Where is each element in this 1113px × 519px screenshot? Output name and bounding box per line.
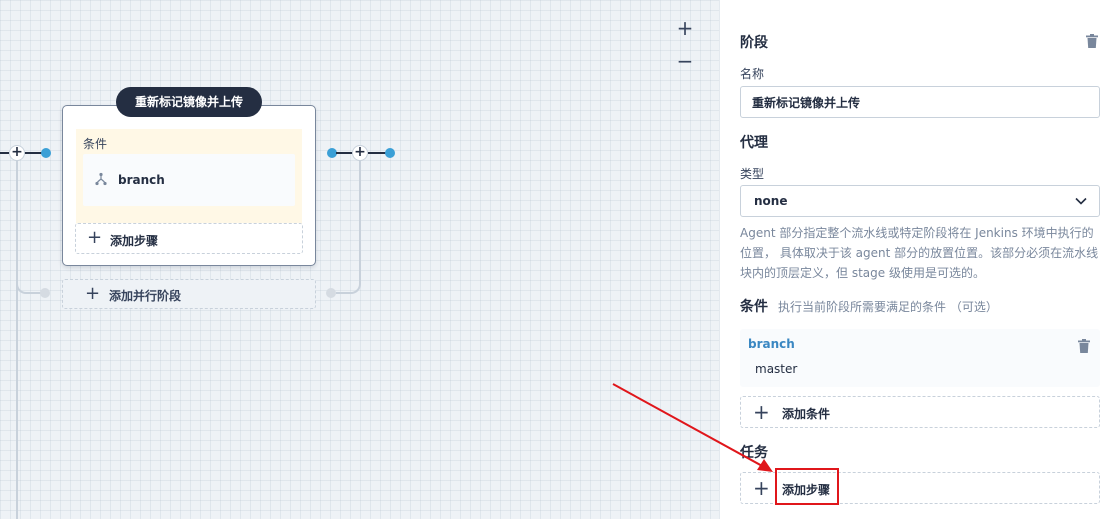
highlight-box — [775, 468, 839, 505]
delete-stage-trash-icon[interactable] — [1086, 34, 1098, 48]
parallel-connector — [336, 250, 361, 294]
zoom-out-button[interactable]: − — [675, 51, 695, 72]
stage-card[interactable]: 条件 branch + 添加步骤 — [62, 105, 316, 266]
condition-value: master — [755, 362, 798, 376]
stage-settings-panel: 阶段 名称 代理 类型 none Agent 部分指定整个流水线或特定阶段将在 … — [719, 0, 1113, 519]
chevron-down-icon — [1075, 197, 1087, 205]
tasks-heading: 任务 — [740, 445, 768, 461]
plus-icon: + — [753, 400, 770, 424]
condition-name: branch — [748, 337, 795, 351]
connector-dot — [40, 288, 50, 298]
plus-icon: + — [87, 227, 103, 248]
stage-name-input[interactable] — [740, 86, 1100, 118]
conditions-heading: 条件 — [740, 299, 768, 315]
add-stage-after-button[interactable]: + — [352, 145, 368, 161]
connector-line — [0, 152, 9, 154]
condition-item-label: branch — [118, 173, 165, 187]
connector-line — [24, 152, 42, 154]
type-label: 类型 — [740, 167, 765, 181]
condition-label: 条件 — [83, 137, 108, 151]
parallel-connector — [16, 250, 41, 294]
connector-line — [16, 160, 18, 519]
stage-title[interactable]: 重新标记镜像并上传 — [116, 87, 262, 117]
add-step-button[interactable]: + 添加步骤 — [75, 223, 303, 254]
plus-icon: + — [85, 283, 101, 304]
agent-type-value: none — [754, 194, 788, 208]
agent-description: Agent 部分指定整个流水线或特定阶段将在 Jenkins 环境中执行的位置，… — [740, 226, 1099, 280]
condition-card[interactable]: branch master — [740, 329, 1100, 387]
connector-line — [359, 160, 361, 250]
connector-dot — [41, 148, 51, 158]
zoom-in-button[interactable]: + — [675, 18, 695, 39]
delete-condition-trash-icon[interactable] — [1078, 339, 1090, 353]
add-condition-button[interactable]: + 添加条件 — [740, 396, 1100, 428]
agent-type-select[interactable]: none — [740, 185, 1100, 217]
name-label: 名称 — [740, 67, 765, 81]
agent-heading: 代理 — [740, 135, 768, 151]
condition-item[interactable]: branch — [83, 154, 295, 206]
connector-dot — [326, 288, 336, 298]
add-parallel-stage-label: 添加并行阶段 — [109, 289, 182, 303]
pipeline-canvas[interactable]: + − + + 重新标记镜像并上传 条件 branch + 添加步骤 + 添加并… — [0, 0, 719, 519]
conditions-subtitle: 执行当前阶段所需要满足的条件 （可选） — [778, 300, 998, 314]
add-parallel-stage-button[interactable]: + 添加并行阶段 — [62, 279, 316, 309]
stage-heading: 阶段 — [740, 35, 768, 51]
add-condition-label: 添加条件 — [782, 407, 831, 421]
plus-icon: + — [753, 476, 770, 500]
stage-condition-box: 条件 branch — [76, 129, 302, 225]
add-step-label: 添加步骤 — [110, 234, 159, 248]
add-stage-before-button[interactable]: + — [9, 145, 25, 161]
connector-line — [368, 152, 386, 154]
connector-dot — [385, 148, 395, 158]
branch-icon — [95, 172, 107, 186]
